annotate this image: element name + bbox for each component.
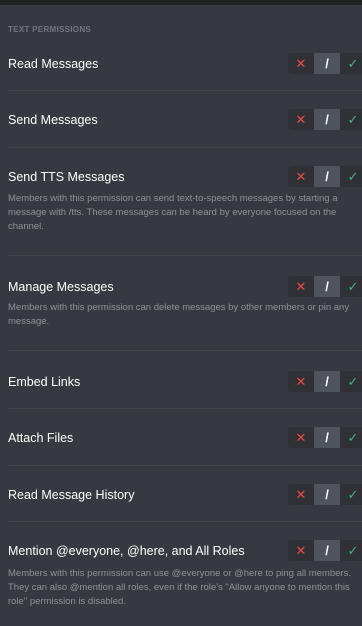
allow-button[interactable]: ✓ bbox=[340, 53, 362, 74]
allow-button[interactable]: ✓ bbox=[340, 276, 362, 297]
allow-icon: ✓ bbox=[347, 374, 359, 389]
allow-button[interactable]: ✓ bbox=[340, 540, 362, 561]
allow-button[interactable]: ✓ bbox=[340, 427, 362, 448]
deny-button[interactable]: ✕ bbox=[288, 276, 314, 297]
permission-description: Members with this permission can delete … bbox=[8, 302, 350, 327]
permission-title: Embed Links bbox=[8, 375, 81, 389]
permission-description: Members with this permission can use @ev… bbox=[8, 568, 351, 607]
permission-title: Send Messages bbox=[8, 113, 98, 127]
allow-button[interactable]: ✓ bbox=[340, 371, 362, 392]
divider bbox=[8, 521, 362, 522]
permission-description: Members with this permission can send te… bbox=[8, 193, 338, 232]
permission-title: Read Message History bbox=[8, 488, 135, 502]
neutral-icon: / bbox=[325, 487, 329, 502]
deny-icon: ✕ bbox=[295, 279, 307, 294]
permission-toggle: ✕ / ✓ bbox=[288, 484, 362, 505]
deny-icon: ✕ bbox=[295, 112, 307, 127]
neutral-button[interactable]: / bbox=[314, 371, 340, 392]
neutral-button[interactable]: / bbox=[314, 540, 340, 561]
permission-title: Attach Files bbox=[8, 431, 74, 445]
neutral-button[interactable]: / bbox=[314, 427, 340, 448]
neutral-icon: / bbox=[325, 430, 329, 445]
deny-icon: ✕ bbox=[295, 56, 307, 71]
deny-button[interactable]: ✕ bbox=[288, 484, 314, 505]
neutral-button[interactable]: / bbox=[314, 484, 340, 505]
permission-toggle: ✕ / ✓ bbox=[288, 276, 362, 297]
permissions-panel: TEXT PERMISSIONS Read Messages ✕ / ✓ Sen… bbox=[0, 0, 362, 626]
allow-icon: ✓ bbox=[347, 543, 359, 558]
divider bbox=[8, 147, 362, 148]
permission-toggle: ✕ / ✓ bbox=[288, 427, 362, 448]
neutral-icon: / bbox=[325, 374, 329, 389]
deny-button[interactable]: ✕ bbox=[288, 540, 314, 561]
neutral-icon: / bbox=[325, 169, 329, 184]
permission-toggle: ✕ / ✓ bbox=[288, 371, 362, 392]
allow-icon: ✓ bbox=[347, 169, 359, 184]
section-header: TEXT PERMISSIONS bbox=[8, 25, 92, 34]
allow-button[interactable]: ✓ bbox=[340, 484, 362, 505]
divider bbox=[8, 465, 362, 466]
neutral-button[interactable]: / bbox=[314, 53, 340, 74]
divider bbox=[8, 350, 362, 351]
neutral-icon: / bbox=[325, 543, 329, 558]
divider bbox=[8, 90, 362, 91]
deny-button[interactable]: ✕ bbox=[288, 371, 314, 392]
allow-icon: ✓ bbox=[347, 112, 359, 127]
deny-button[interactable]: ✕ bbox=[288, 109, 314, 130]
top-border bbox=[0, 0, 362, 5]
allow-icon: ✓ bbox=[347, 279, 359, 294]
allow-icon: ✓ bbox=[347, 487, 359, 502]
permission-toggle: ✕ / ✓ bbox=[288, 166, 362, 187]
allow-button[interactable]: ✓ bbox=[340, 166, 362, 187]
deny-button[interactable]: ✕ bbox=[288, 53, 314, 74]
allow-icon: ✓ bbox=[347, 56, 359, 71]
permission-toggle: ✕ / ✓ bbox=[288, 540, 362, 561]
permission-toggle: ✕ / ✓ bbox=[288, 109, 362, 130]
permission-title: Mention @everyone, @here, and All Roles bbox=[8, 544, 245, 558]
neutral-icon: / bbox=[325, 56, 329, 71]
deny-icon: ✕ bbox=[295, 169, 307, 184]
permission-toggle: ✕ / ✓ bbox=[288, 53, 362, 74]
permission-title: Send TTS Messages bbox=[8, 170, 125, 184]
deny-button[interactable]: ✕ bbox=[288, 427, 314, 448]
deny-icon: ✕ bbox=[295, 487, 307, 502]
allow-icon: ✓ bbox=[347, 430, 359, 445]
deny-icon: ✕ bbox=[295, 430, 307, 445]
allow-button[interactable]: ✓ bbox=[340, 109, 362, 130]
neutral-button[interactable]: / bbox=[314, 109, 340, 130]
permission-title: Read Messages bbox=[8, 57, 99, 71]
neutral-icon: / bbox=[325, 279, 329, 294]
divider bbox=[8, 408, 362, 409]
divider bbox=[8, 255, 362, 256]
neutral-icon: / bbox=[325, 112, 329, 127]
neutral-button[interactable]: / bbox=[314, 276, 340, 297]
permission-title: Manage Messages bbox=[8, 280, 114, 294]
neutral-button[interactable]: / bbox=[314, 166, 340, 187]
deny-icon: ✕ bbox=[295, 543, 307, 558]
deny-icon: ✕ bbox=[295, 374, 307, 389]
deny-button[interactable]: ✕ bbox=[288, 166, 314, 187]
